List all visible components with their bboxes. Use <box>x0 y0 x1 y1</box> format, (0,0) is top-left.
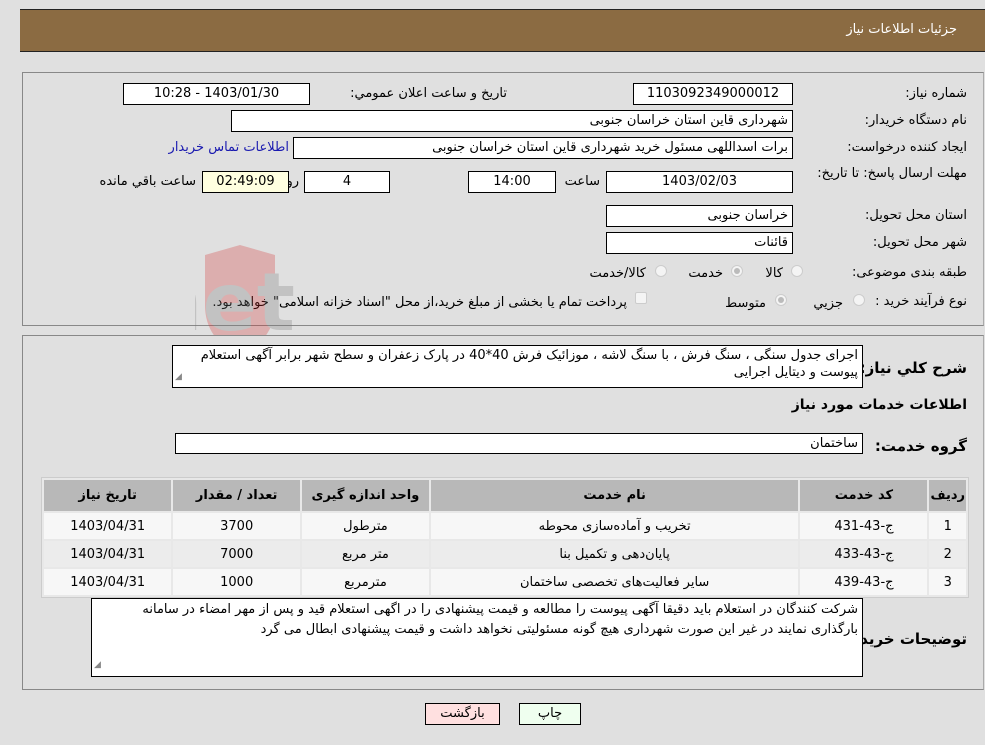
delivery-city-field: قائنات <box>606 232 793 254</box>
col-header-unit: واحد اندازه گیری <box>302 480 429 511</box>
remaining-days-field: 4 <box>304 171 390 193</box>
buyer-notes-textarea[interactable]: شرکت کنندگان در استعلام باید دقیقا آگهی … <box>91 598 863 677</box>
delivery-province-label: استان محل تحویل: <box>865 208 967 223</box>
cell-row-num: 1 <box>929 513 966 539</box>
announce-datetime-field: 1403/01/30 - 10:28 <box>123 83 310 105</box>
cell-quantity: 1000 <box>173 569 301 595</box>
col-header-row-num: ردیف <box>929 480 966 511</box>
cell-service-code: ج-43-431 <box>800 513 928 539</box>
remaining-label: ساعت باقي مانده <box>99 174 196 189</box>
cell-service-code: ج-43-433 <box>800 541 928 567</box>
cell-service-name: پایان‌دهی و تکمیل بنا <box>430 541 799 567</box>
cell-service-name: سایر فعالیت‌های تخصصی ساختمان <box>430 569 799 595</box>
service-group-field: ساختمان <box>175 433 863 454</box>
services-section-title: اطلاعات خدمات مورد نیاز <box>791 397 967 413</box>
process-type-label: نوع فرآیند خرید : <box>875 294 967 309</box>
delivery-city-label: شهر محل تحویل: <box>872 235 967 250</box>
buyer-notes-text: شرکت کنندگان در استعلام باید دقیقا آگهی … <box>142 602 858 637</box>
need-number-label: شماره نیاز: <box>905 86 967 101</box>
category-radio-goods-service[interactable] <box>655 265 667 277</box>
service-group-label: گروه خدمت: <box>874 437 967 455</box>
creator-label: ایجاد کننده درخواست: <box>847 140 967 155</box>
description-text: اجرای جدول سنگی ، سنگ فرش ، با سنگ لاشه … <box>200 348 858 380</box>
category-option-goods: کالا <box>765 266 783 281</box>
print-button[interactable]: چاپ <box>519 703 581 725</box>
description-textarea[interactable]: اجرای جدول سنگی ، سنگ فرش ، با سنگ لاشه … <box>172 345 863 388</box>
resize-handle-icon[interactable]: ◢ <box>94 655 101 675</box>
need-details-panel: شماره نیاز: 1103092349000012 تاریخ و ساع… <box>22 72 984 326</box>
cell-unit: مترطول <box>302 513 429 539</box>
deadline-time-label: ساعت <box>564 174 600 189</box>
page-header: جزئیات اطلاعات نیاز <box>20 9 985 52</box>
need-description-panel: شرح كلي نیاز: اجرای جدول سنگی ، سنگ فرش … <box>22 335 984 690</box>
category-radio-service[interactable] <box>731 265 743 277</box>
cell-need-date: 1403/04/31 <box>44 513 172 539</box>
deadline-date-field: 1403/02/03 <box>606 171 793 193</box>
services-table: ردیف کد خدمت نام خدمت واحد اندازه گیری ت… <box>41 477 969 598</box>
category-label: طبقه بندی موضوعی: <box>851 265 967 280</box>
col-header-need-date: تاریخ نیاز <box>44 480 172 511</box>
announce-datetime-label: تاریخ و ساعت اعلان عمومي: <box>350 86 507 101</box>
cell-service-code: ج-43-439 <box>800 569 928 595</box>
back-button[interactable]: بازگشت <box>425 703 500 725</box>
process-radio-medium[interactable] <box>775 294 787 306</box>
deadline-label: مهلت ارسال پاسخ: تا تاریخ: <box>817 166 967 181</box>
creator-field: برات اسداللهی مسئول خرید شهرداری قاین اس… <box>293 137 793 159</box>
remaining-time-field: 02:49:09 <box>202 171 289 193</box>
cell-need-date: 1403/04/31 <box>44 541 172 567</box>
cell-unit: مترمربع <box>302 569 429 595</box>
description-label: شرح كلي نیاز: <box>859 359 967 377</box>
resize-handle-icon[interactable]: ◢ <box>175 369 182 386</box>
cell-need-date: 1403/04/31 <box>44 569 172 595</box>
buyer-org-label: نام دستگاه خریدار: <box>864 113 967 128</box>
buyer-contact-link[interactable]: اطلاعات تماس خریدار <box>169 140 289 155</box>
col-header-service-code: کد خدمت <box>800 480 928 511</box>
buyer-org-field: شهرداری قاین استان خراسان جنوبی <box>231 110 793 132</box>
treasury-note: پرداخت تمام یا بخشی از مبلغ خرید،از محل … <box>212 295 627 310</box>
cell-row-num: 3 <box>929 569 966 595</box>
process-option-medium: متوسط <box>725 296 766 311</box>
page-title: جزئیات اطلاعات نیاز <box>846 22 957 37</box>
cell-service-name: تخریب و آماده‌سازی محوطه <box>430 513 799 539</box>
category-radio-goods[interactable] <box>791 265 803 277</box>
table-header-row: ردیف کد خدمت نام خدمت واحد اندازه گیری ت… <box>44 480 966 511</box>
delivery-province-field: خراسان جنوبی <box>606 205 793 227</box>
table-row: 1 ج-43-431 تخریب و آماده‌سازی محوطه مترط… <box>44 513 966 539</box>
col-header-quantity: تعداد / مقدار <box>173 480 301 511</box>
need-number-field: 1103092349000012 <box>633 83 793 105</box>
process-option-minor: جزیي <box>813 296 843 311</box>
deadline-time-field: 14:00 <box>468 171 556 193</box>
category-option-service: خدمت <box>688 266 723 281</box>
category-option-goods-service: کالا/خدمت <box>589 266 646 281</box>
treasury-checkbox[interactable] <box>635 292 647 304</box>
table-row: 2 ج-43-433 پایان‌دهی و تکمیل بنا متر مرب… <box>44 541 966 567</box>
process-radio-minor[interactable] <box>853 294 865 306</box>
cell-quantity: 7000 <box>173 541 301 567</box>
cell-row-num: 2 <box>929 541 966 567</box>
cell-unit: متر مربع <box>302 541 429 567</box>
table-row: 3 ج-43-439 سایر فعالیت‌های تخصصی ساختمان… <box>44 569 966 595</box>
col-header-service-name: نام خدمت <box>430 480 799 511</box>
cell-quantity: 3700 <box>173 513 301 539</box>
